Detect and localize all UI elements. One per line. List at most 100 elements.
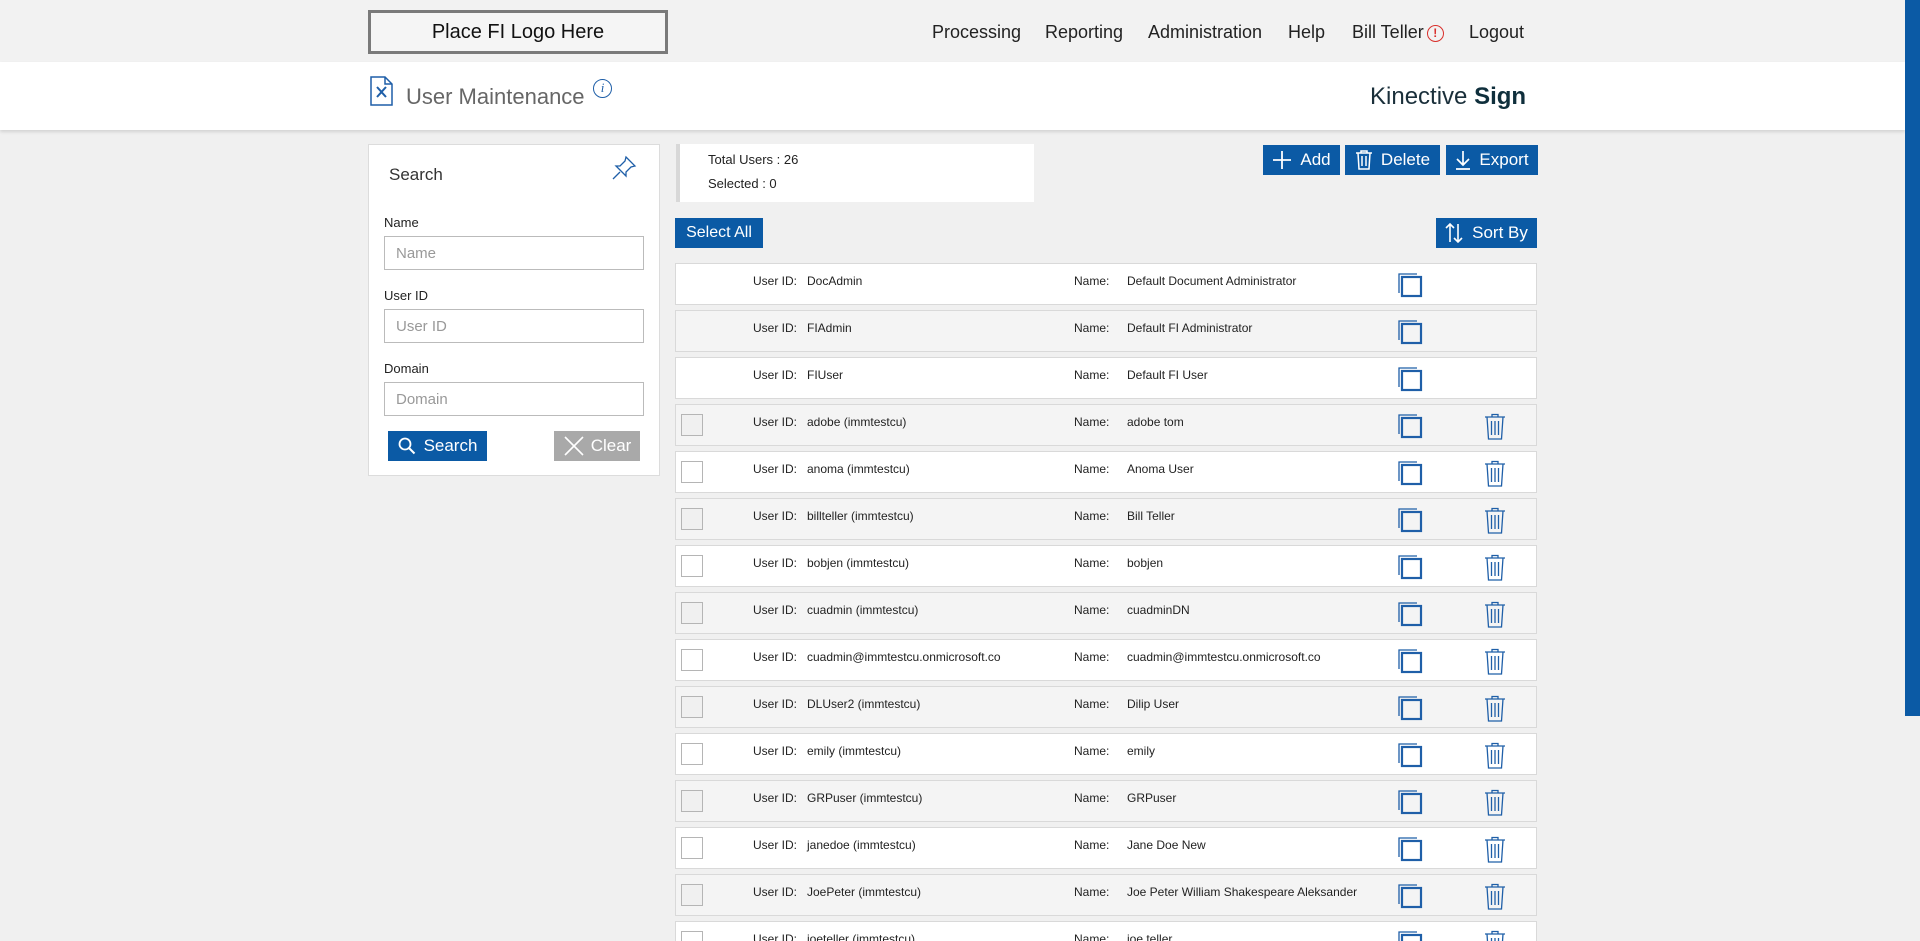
user-id-label: User ID: xyxy=(753,932,798,941)
copy-icon[interactable] xyxy=(1396,741,1424,769)
trash-icon[interactable] xyxy=(1484,413,1506,440)
copy-icon[interactable] xyxy=(1396,882,1424,910)
export-button[interactable]: Export xyxy=(1446,145,1538,175)
name-value: Dilip User xyxy=(1127,697,1180,711)
add-button[interactable]: Add xyxy=(1263,145,1340,175)
copy-icon[interactable] xyxy=(1396,553,1424,581)
user-row[interactable]: User ID: GRPuser (immtestcu) Name: GRPuser xyxy=(675,780,1537,822)
trash-icon[interactable] xyxy=(1484,695,1506,722)
copy-icon[interactable] xyxy=(1396,600,1424,628)
name-value: Anoma User xyxy=(1127,462,1194,476)
user-row[interactable]: User ID: bobjen (immtestcu) Name: bobjen xyxy=(675,545,1537,587)
row-checkbox[interactable] xyxy=(681,931,703,941)
user-row[interactable]: User ID: cuadmin (immtestcu) Name: cuadminD… xyxy=(675,592,1537,634)
user-row[interactable]: User ID: adobe (immtestcu) Name: adobe tom xyxy=(675,404,1537,446)
user-row[interactable]: User ID: FIUser Name: Default FI User xyxy=(675,357,1537,399)
user-row[interactable]: User ID: emily (immtestcu) Name: emily xyxy=(675,733,1537,775)
name-label: Name: xyxy=(1074,462,1110,476)
row-checkbox[interactable] xyxy=(681,696,703,718)
copy-icon[interactable] xyxy=(1396,412,1424,440)
user-row[interactable]: User ID: janedoe (immtestcu) Name: Jane Doe… xyxy=(675,827,1537,869)
domain-input[interactable] xyxy=(384,382,644,416)
user-id-input[interactable] xyxy=(384,309,644,343)
copy-icon[interactable] xyxy=(1396,647,1424,675)
trash-icon[interactable] xyxy=(1484,554,1506,581)
user-id-value: FIAdmin xyxy=(807,321,852,335)
nav-help[interactable]: Help xyxy=(1288,22,1325,43)
name-value: adobe tom xyxy=(1127,415,1184,429)
copy-icon[interactable] xyxy=(1396,835,1424,863)
delete-button[interactable]: Delete xyxy=(1345,145,1440,175)
name-value: GRPuser xyxy=(1127,791,1177,805)
total-users-count: Total Users : 26 xyxy=(708,152,799,167)
trash-icon[interactable] xyxy=(1484,507,1506,534)
user-id-label: User ID: xyxy=(753,321,798,335)
row-checkbox[interactable] xyxy=(681,884,703,906)
trash-icon[interactable] xyxy=(1484,789,1506,816)
sort-by-button-label: Sort By xyxy=(1472,223,1528,242)
trash-icon[interactable] xyxy=(1484,883,1506,910)
nav-processing[interactable]: Processing xyxy=(932,22,1021,43)
row-checkbox[interactable] xyxy=(681,837,703,859)
name-label: Name xyxy=(384,215,419,230)
user-id-value: cuadmin (immtestcu) xyxy=(807,603,919,617)
name-label: Name: xyxy=(1074,415,1110,429)
copy-icon[interactable] xyxy=(1396,788,1424,816)
search-button[interactable]: Search xyxy=(388,431,487,461)
name-value: Default FI Administrator xyxy=(1127,321,1253,335)
nav-administration[interactable]: Administration xyxy=(1148,22,1262,43)
info-icon[interactable]: i xyxy=(593,79,612,98)
fi-logo-placeholder: Place FI Logo Here xyxy=(368,10,668,54)
user-row[interactable]: User ID: anoma (immtestcu) Name: Anoma User xyxy=(675,451,1537,493)
search-panel: Search Name User ID Domain Search Clear xyxy=(368,144,660,476)
trash-icon[interactable] xyxy=(1484,742,1506,769)
copy-icon[interactable] xyxy=(1396,365,1424,393)
plus-icon xyxy=(1273,151,1292,169)
user-id-label: User ID: xyxy=(753,415,798,429)
copy-icon[interactable] xyxy=(1396,694,1424,722)
name-input[interactable] xyxy=(384,236,644,270)
user-row[interactable]: User ID: DocAdmin Name: Default Document Ad… xyxy=(675,263,1537,305)
page-title: User Maintenance xyxy=(406,84,585,109)
copy-icon[interactable] xyxy=(1396,929,1424,941)
user-row[interactable]: User ID: billteller (immtestcu) Name: Bill … xyxy=(675,498,1537,540)
user-row[interactable]: User ID: FIAdmin Name: Default FI Administr… xyxy=(675,310,1537,352)
user-row[interactable]: User ID: joeteller (immtestcu) Name: joe te… xyxy=(675,921,1537,941)
nav-user-menu[interactable]: Bill Teller! xyxy=(1352,22,1444,43)
trash-icon[interactable] xyxy=(1484,601,1506,628)
trash-icon[interactable] xyxy=(1484,460,1506,487)
copy-icon[interactable] xyxy=(1396,459,1424,487)
user-row[interactable]: User ID: cuadmin@immtestcu.onmicrosoft.co… xyxy=(675,639,1537,681)
row-checkbox[interactable] xyxy=(681,508,703,530)
document-edit-icon xyxy=(370,76,393,106)
clear-button[interactable]: Clear xyxy=(554,431,640,461)
user-id-value: anoma (immtestcu) xyxy=(807,462,910,476)
user-row[interactable]: User ID: JoePeter (immtestcu) Name: Joe Pet… xyxy=(675,874,1537,916)
row-checkbox[interactable] xyxy=(681,743,703,765)
user-row[interactable]: User ID: DLUser2 (immtestcu) Name: Dilip Us… xyxy=(675,686,1537,728)
row-checkbox[interactable] xyxy=(681,414,703,436)
nav-reporting[interactable]: Reporting xyxy=(1045,22,1123,43)
user-id-value: joeteller (immtestcu) xyxy=(807,932,916,941)
select-all-button[interactable]: Select All xyxy=(675,218,763,248)
user-id-label: User ID: xyxy=(753,885,798,899)
row-checkbox[interactable] xyxy=(681,555,703,577)
nav-user-name: Bill Teller xyxy=(1352,22,1424,42)
row-checkbox[interactable] xyxy=(681,649,703,671)
row-checkbox[interactable] xyxy=(681,461,703,483)
delete-button-label: Delete xyxy=(1380,150,1431,169)
pin-icon[interactable] xyxy=(609,153,639,183)
sort-by-button[interactable]: Sort By xyxy=(1436,218,1537,248)
copy-icon[interactable] xyxy=(1396,506,1424,534)
row-checkbox[interactable] xyxy=(681,790,703,812)
row-checkbox[interactable] xyxy=(681,602,703,624)
copy-icon[interactable] xyxy=(1396,318,1424,346)
copy-icon[interactable] xyxy=(1396,271,1424,299)
page-scrollbar[interactable] xyxy=(1905,0,1920,716)
user-id-label: User ID xyxy=(384,288,429,303)
trash-icon[interactable] xyxy=(1484,836,1506,863)
trash-icon[interactable] xyxy=(1484,930,1506,941)
page-header: User Maintenance i Kinective Sign xyxy=(0,62,1905,130)
nav-logout[interactable]: Logout xyxy=(1469,22,1524,43)
trash-icon[interactable] xyxy=(1484,648,1506,675)
